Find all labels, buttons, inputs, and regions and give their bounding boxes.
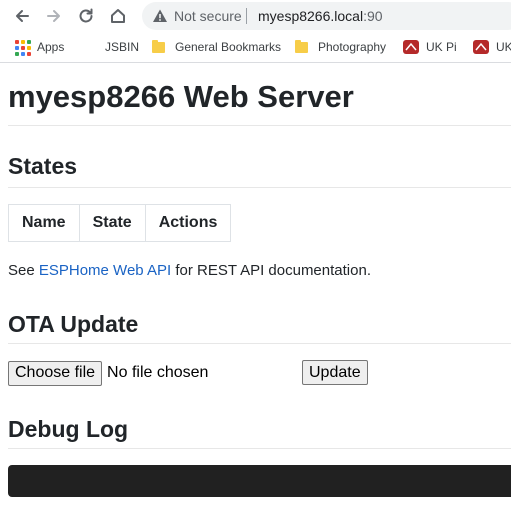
api-doc-note: See ESPHome Web API for REST API documen… (8, 262, 371, 279)
page-content: myesp8266 Web Server States Name State A… (0, 63, 511, 511)
table-header-row: Name State Actions (8, 204, 232, 242)
bookmark-label: General Bookmarks (175, 40, 282, 54)
back-arrow-icon (16, 10, 29, 22)
bookmark-label: UK Pi (426, 40, 457, 54)
raspberry-pi-icon (473, 39, 489, 55)
file-status: No file chosen (107, 364, 209, 381)
address-bar[interactable]: Not secure myesp8266.local:90 (142, 2, 511, 30)
debug-log-heading: Debug Log (8, 416, 129, 442)
url-text: myesp8266.local:90 (258, 8, 383, 24)
bookmark-general-bookmarks[interactable]: General Bookmarks (152, 38, 281, 56)
column-header-actions: Actions (144, 204, 232, 242)
esphome-web-api-link[interactable]: ESPHome Web API (39, 262, 171, 279)
security-status: Not secure (174, 8, 242, 24)
forward-arrow-icon (47, 10, 60, 22)
states-divider (8, 187, 511, 188)
reload-button[interactable] (74, 4, 98, 28)
reload-icon (79, 8, 93, 23)
bookmarks-bar: Apps JSBIN General Bookmarks Photography… (0, 32, 511, 63)
states-table: Name State Actions (8, 204, 232, 242)
debug-log-divider (8, 448, 511, 449)
raspberry-pi-icon (403, 39, 419, 55)
column-header-state: State (78, 204, 146, 242)
home-icon (111, 9, 125, 23)
choose-file-button[interactable]: Choose file (8, 360, 103, 386)
doc-prefix: See (8, 262, 39, 279)
bookmark-label: Apps (37, 40, 65, 54)
apps-grid-icon (14, 39, 31, 56)
bookmark-label: UK (496, 40, 511, 54)
forward-button[interactable] (42, 4, 66, 28)
bookmark-label: Photography (318, 40, 387, 54)
bookmark-uk[interactable]: UK (473, 38, 511, 56)
bookmark-photography[interactable]: Photography (295, 38, 386, 56)
jsbin-icon (82, 39, 98, 55)
address-separator (246, 8, 247, 24)
ota-divider (8, 343, 511, 344)
doc-suffix: for REST API documentation. (171, 262, 371, 279)
warning-triangle-icon (153, 9, 167, 22)
folder-icon (152, 39, 168, 55)
browser-toolbar: Not secure myesp8266.local:90 (0, 0, 511, 32)
page-title: myesp8266 Web Server (8, 79, 354, 114)
bookmark-apps[interactable]: Apps (14, 38, 64, 56)
column-header-name: Name (8, 204, 80, 242)
debug-log-console (8, 465, 511, 497)
states-heading: States (8, 153, 78, 179)
title-divider (8, 125, 511, 126)
home-button[interactable] (106, 4, 130, 28)
bookmark-jsbin[interactable]: JSBIN (82, 38, 139, 56)
back-button[interactable] (10, 4, 34, 28)
url-port: :90 (363, 8, 383, 24)
folder-icon (295, 39, 311, 55)
bookmark-uk-pi[interactable]: UK Pi (403, 38, 457, 56)
file-input[interactable]: Choose file No file chosen (8, 360, 208, 386)
ota-heading: OTA Update (8, 311, 139, 337)
bookmark-label: JSBIN (105, 40, 140, 54)
update-button[interactable]: Update (302, 360, 368, 385)
url-host: myesp8266.local (258, 8, 364, 24)
